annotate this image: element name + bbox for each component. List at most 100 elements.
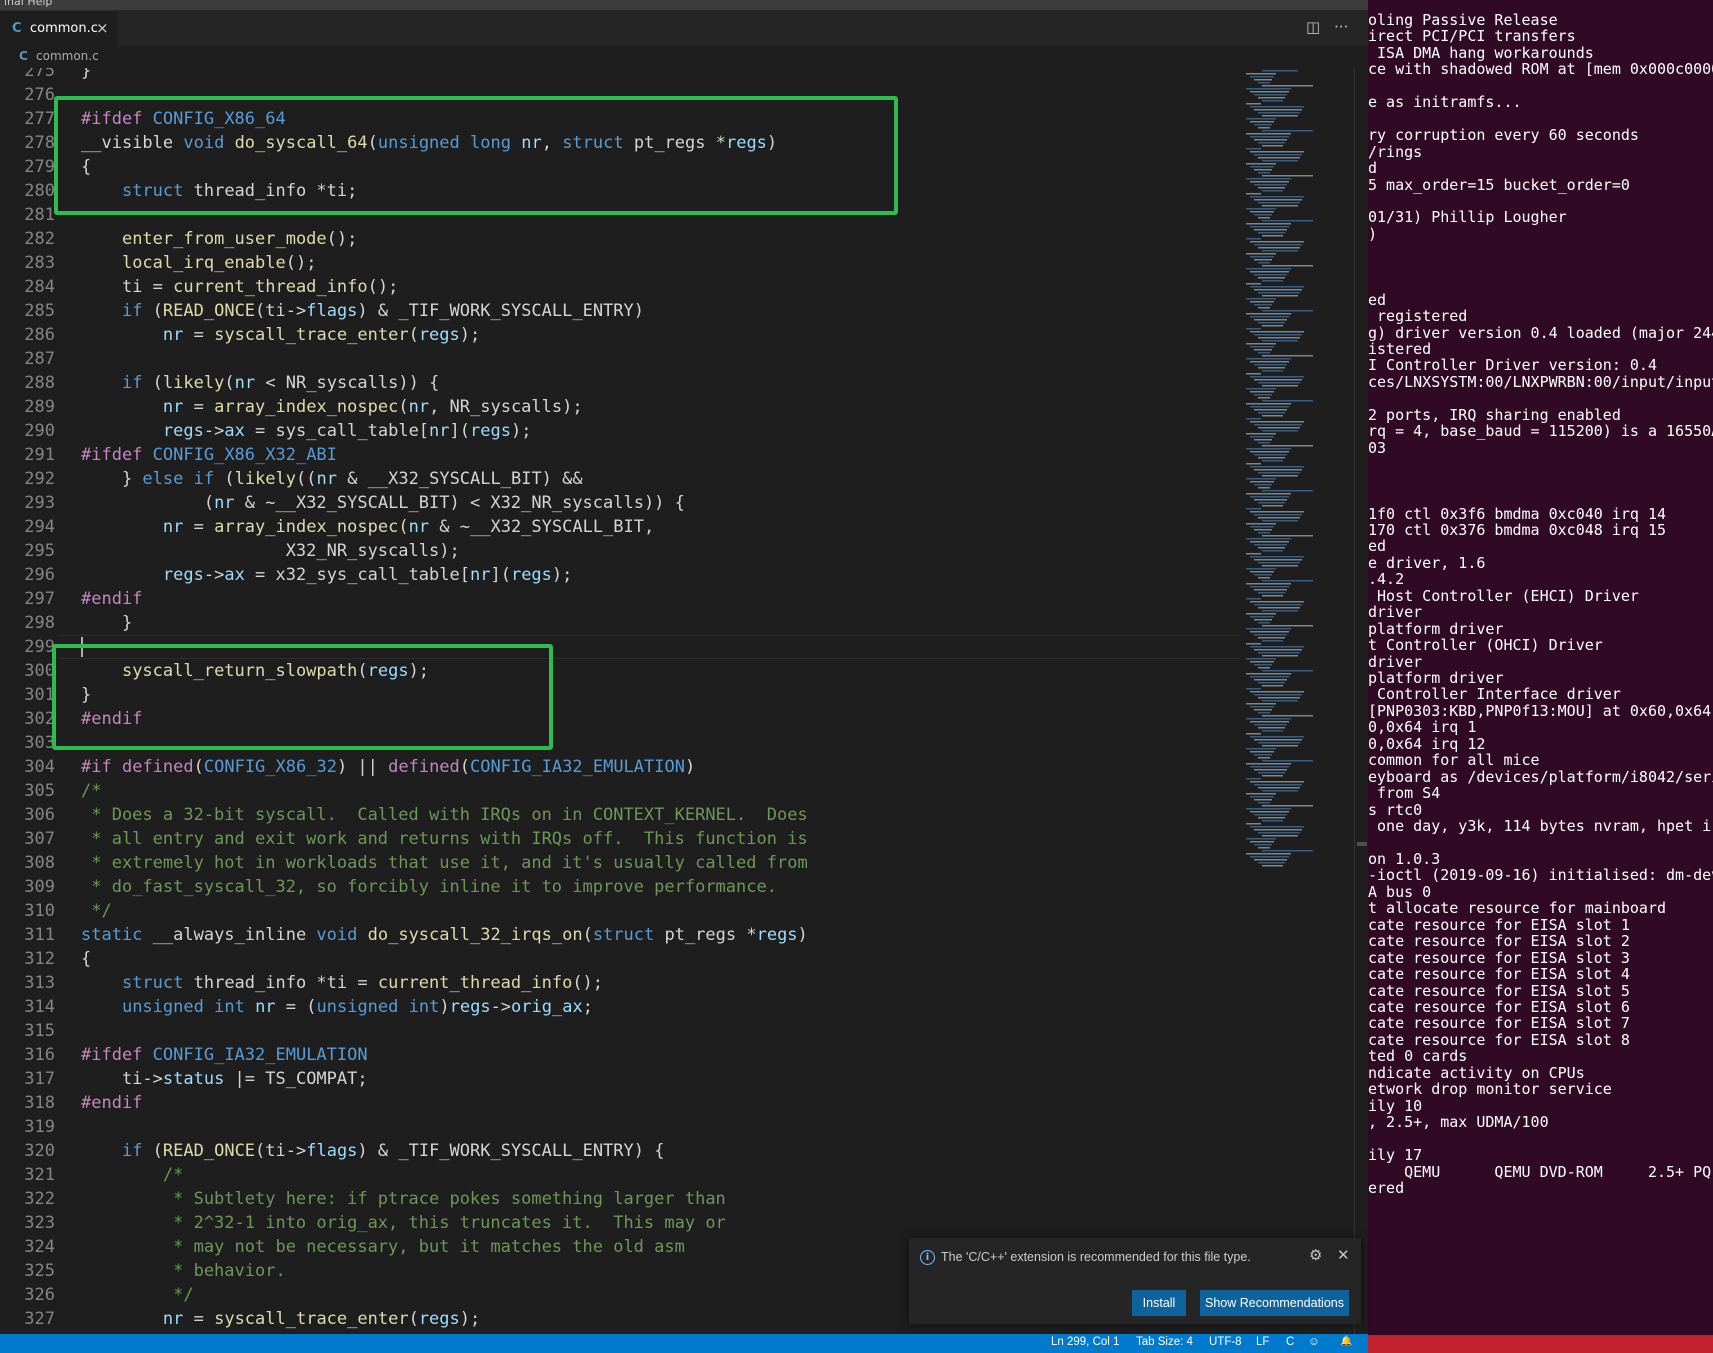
code-line[interactable]: 309 * do_fast_syscall_32, so forcibly in… [0, 875, 1240, 899]
code-text[interactable]: struct thread_info *ti = current_thread_… [81, 971, 603, 995]
cursor-position[interactable]: Ln 299, Col 1 [1051, 1336, 1119, 1348]
code-line[interactable]: 320 if (READ_ONCE(ti->flags) & _TIF_WORK… [0, 1139, 1240, 1163]
code-text[interactable]: if (READ_ONCE(ti->flags) & _TIF_WORK_SYS… [81, 1139, 665, 1163]
code-text[interactable]: unsigned int nr = (unsigned int)regs->or… [81, 995, 593, 1019]
code-line[interactable]: 319 [0, 1115, 1240, 1139]
code-text[interactable]: (nr & ~__X32_SYSCALL_BIT) < X32_NR_sysca… [81, 491, 685, 515]
code-line[interactable]: 296 regs->ax = x32_sys_call_table[nr](re… [0, 563, 1240, 587]
code-text[interactable]: * Subtlety here: if ptrace pokes somethi… [81, 1187, 726, 1211]
code-text[interactable]: * behavior. [81, 1259, 286, 1283]
install-button[interactable]: Install [1132, 1290, 1186, 1316]
code-line[interactable]: 294 nr = array_index_nospec(nr & ~__X32_… [0, 515, 1240, 539]
code-text[interactable]: } [81, 611, 132, 635]
code-text[interactable]: nr = syscall_trace_enter(regs); [81, 323, 480, 347]
code-text[interactable]: { [81, 947, 91, 971]
code-text[interactable]: #ifdef CONFIG_IA32_EMULATION [81, 1043, 368, 1067]
minimap-line [1246, 853, 1291, 855]
code-text[interactable]: * 2^32-1 into orig_ax, this truncates it… [81, 1211, 726, 1235]
code-line[interactable]: 298 } [0, 611, 1240, 635]
tab-common-c[interactable]: C common.c × [0, 10, 118, 47]
code-line[interactable]: 287 [0, 347, 1240, 371]
code-text[interactable]: X32_NR_syscalls); [81, 539, 460, 563]
code-text[interactable]: ti->status |= TS_COMPAT; [81, 1067, 368, 1091]
code-line[interactable]: 317 ti->status |= TS_COMPAT; [0, 1067, 1240, 1091]
code-line[interactable]: 315 [0, 1019, 1240, 1043]
code-text[interactable]: */ [81, 899, 111, 923]
code-text[interactable]: nr = array_index_nospec(nr, NR_syscalls)… [81, 395, 583, 419]
code-line[interactable]: 282 enter_from_user_mode(); [0, 227, 1240, 251]
code-line[interactable]: 293 (nr & ~__X32_SYSCALL_BIT) < X32_NR_s… [0, 491, 1240, 515]
code-text[interactable]: * extremely hot in workloads that use it… [81, 851, 807, 875]
code-text[interactable]: nr = syscall_trace_enter(regs); [81, 1307, 480, 1331]
code-line[interactable]: 297 #endif [0, 587, 1240, 611]
code-text[interactable]: regs->ax = sys_call_table[nr](regs); [81, 419, 532, 443]
close-icon[interactable]: × [96, 19, 109, 37]
feedback-icon[interactable]: ☺ [1308, 1336, 1320, 1348]
scrollbar-thumb[interactable] [1357, 842, 1367, 846]
close-icon[interactable]: ✕ [1337, 1246, 1350, 1264]
code-text[interactable]: if (likely(nr < NR_syscalls)) { [81, 371, 439, 395]
gear-icon[interactable]: ⚙ [1309, 1246, 1322, 1264]
code-line[interactable]: 307 * all entry and exit work and return… [0, 827, 1240, 851]
line-ending[interactable]: LF [1256, 1336, 1269, 1348]
split-editor-icon[interactable]: ◫ [1306, 18, 1320, 36]
code-line[interactable]: 323 * 2^32-1 into orig_ax, this truncate… [0, 1211, 1240, 1235]
code-text[interactable]: nr = array_index_nospec(nr & ~__X32_SYSC… [81, 515, 654, 539]
code-line[interactable]: 321 /* [0, 1163, 1240, 1187]
code-text[interactable]: if (READ_ONCE(ti->flags) & _TIF_WORK_SYS… [81, 299, 644, 323]
code-text[interactable]: /* [81, 1163, 183, 1187]
code-line[interactable]: 310 */ [0, 899, 1240, 923]
tab-size[interactable]: Tab Size: 4 [1136, 1336, 1193, 1348]
code-line[interactable]: 306 * Does a 32-bit syscall. Called with… [0, 803, 1240, 827]
code-text[interactable]: #ifdef CONFIG_X86_X32_ABI [81, 443, 337, 467]
code-line[interactable]: 316 #ifdef CONFIG_IA32_EMULATION [0, 1043, 1240, 1067]
code-line[interactable]: 313 struct thread_info *ti = current_thr… [0, 971, 1240, 995]
code-line[interactable]: 289 nr = array_index_nospec(nr, NR_sysca… [0, 395, 1240, 419]
bell-icon[interactable]: 🔔 [1340, 1336, 1352, 1347]
code-line[interactable]: 308 * extremely hot in workloads that us… [0, 851, 1240, 875]
code-line[interactable]: 290 regs->ax = sys_call_table[nr](regs); [0, 419, 1240, 443]
code-line[interactable]: 286 nr = syscall_trace_enter(regs); [0, 323, 1240, 347]
code-text[interactable]: ti = current_thread_info(); [81, 275, 398, 299]
code-area[interactable]: 275} 276 277 #ifdef CONFIG_X86_64 278 __visib… [0, 68, 1240, 1334]
code-line[interactable]: 305 /* [0, 779, 1240, 803]
code-line[interactable]: 304 #if defined(CONFIG_X86_32) || defined… [0, 755, 1240, 779]
code-text[interactable]: /* [81, 779, 101, 803]
editor-scrollbar[interactable] [1354, 68, 1368, 1334]
code-line[interactable]: 311 static __always_inline void do_syscal… [0, 923, 1240, 947]
code-text[interactable]: #endif [81, 1091, 142, 1115]
code-text[interactable]: static __always_inline void do_syscall_3… [81, 923, 808, 947]
code-text[interactable]: * do_fast_syscall_32, so forcibly inline… [81, 875, 777, 899]
code-text[interactable]: local_irq_enable(); [81, 251, 316, 275]
code-line[interactable]: 288 if (likely(nr < NR_syscalls)) { [0, 371, 1240, 395]
code-text[interactable]: * all entry and exit work and returns wi… [81, 827, 807, 851]
code-line[interactable]: 284 ti = current_thread_info(); [0, 275, 1240, 299]
code-line[interactable]: 312 { [0, 947, 1240, 971]
code-text[interactable]: #if defined(CONFIG_X86_32) || defined(CO… [81, 755, 695, 779]
code-text[interactable]: * may not be necessary, but it matches t… [81, 1235, 685, 1259]
minimap[interactable] [1240, 68, 1350, 1334]
code-text[interactable]: } else if (likely((nr & __X32_SYSCALL_BI… [81, 467, 583, 491]
code-text[interactable]: regs->ax = x32_sys_call_table[nr](regs); [81, 563, 573, 587]
code-text[interactable]: enter_from_user_mode(); [81, 227, 357, 251]
code-line[interactable]: 322 * Subtlety here: if ptrace pokes som… [0, 1187, 1240, 1211]
code-line[interactable]: 318 #endif [0, 1091, 1240, 1115]
code-text[interactable]: * Does a 32-bit syscall. Called with IRQ… [81, 803, 807, 827]
code-text[interactable]: */ [81, 1283, 193, 1307]
breadcrumb-item-common-c[interactable]: common.c [36, 49, 99, 63]
code-text[interactable]: } [81, 68, 91, 83]
terminal-window[interactable]: oling Passive Release irect PCI/PCI trans… [1368, 0, 1713, 1335]
minimap-line [1258, 262, 1270, 264]
code-line[interactable]: 314 unsigned int nr = (unsigned int)regs… [0, 995, 1240, 1019]
show-recommendations-button[interactable]: Show Recommendations [1200, 1290, 1349, 1316]
code-line[interactable]: 291 #ifdef CONFIG_X86_X32_ABI [0, 443, 1240, 467]
code-line[interactable]: 295 X32_NR_syscalls); [0, 539, 1240, 563]
more-actions-icon[interactable]: ··· [1334, 18, 1348, 36]
code-line[interactable]: 283 local_irq_enable(); [0, 251, 1240, 275]
code-line[interactable]: 275} [0, 68, 1240, 83]
code-text[interactable]: #endif [81, 587, 142, 611]
language-mode[interactable]: C [1286, 1336, 1294, 1348]
code-line[interactable]: 285 if (READ_ONCE(ti->flags) & _TIF_WORK… [0, 299, 1240, 323]
encoding[interactable]: UTF-8 [1209, 1336, 1242, 1348]
code-line[interactable]: 292 } else if (likely((nr & __X32_SYSCAL… [0, 467, 1240, 491]
